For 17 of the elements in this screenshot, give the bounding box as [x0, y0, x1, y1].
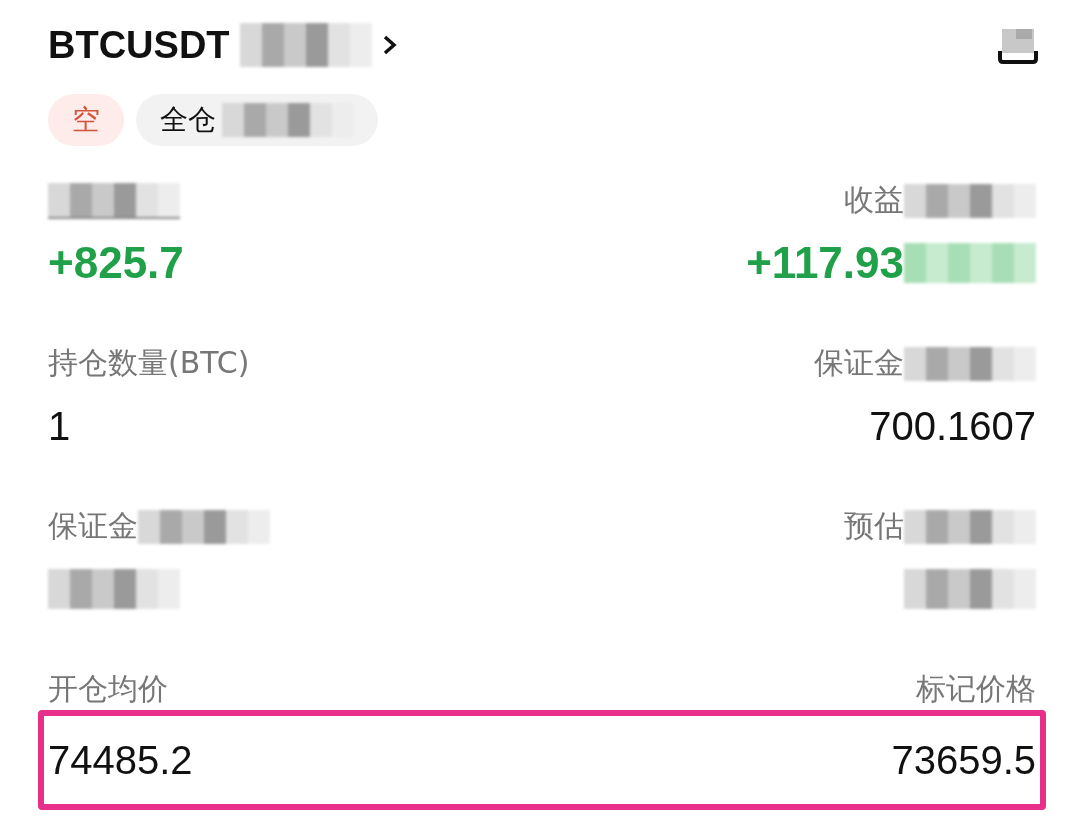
field-value: 1: [48, 403, 71, 449]
symbol-title[interactable]: BTCUSDT: [48, 23, 230, 67]
field-value: 74485.2: [48, 737, 193, 783]
field-label: 预估: [844, 507, 904, 545]
side-tag: 空: [48, 94, 124, 146]
field-label: 标记价格: [916, 670, 1036, 708]
field-label: 保证金: [48, 507, 138, 545]
field-value: 700.1607: [869, 403, 1036, 449]
field-label: 收益: [844, 181, 904, 219]
field-value: 73659.5: [891, 737, 1036, 783]
margin-mode-tag: 全仓: [136, 94, 378, 146]
field-value: +117.93: [746, 238, 904, 288]
field-label: 开仓均价: [48, 670, 168, 708]
chevron-icon[interactable]: [381, 34, 398, 56]
field-label: 保证金: [814, 344, 904, 382]
field-label: 持仓数量(BTC): [48, 344, 250, 382]
field-value: +825.7: [48, 238, 184, 288]
